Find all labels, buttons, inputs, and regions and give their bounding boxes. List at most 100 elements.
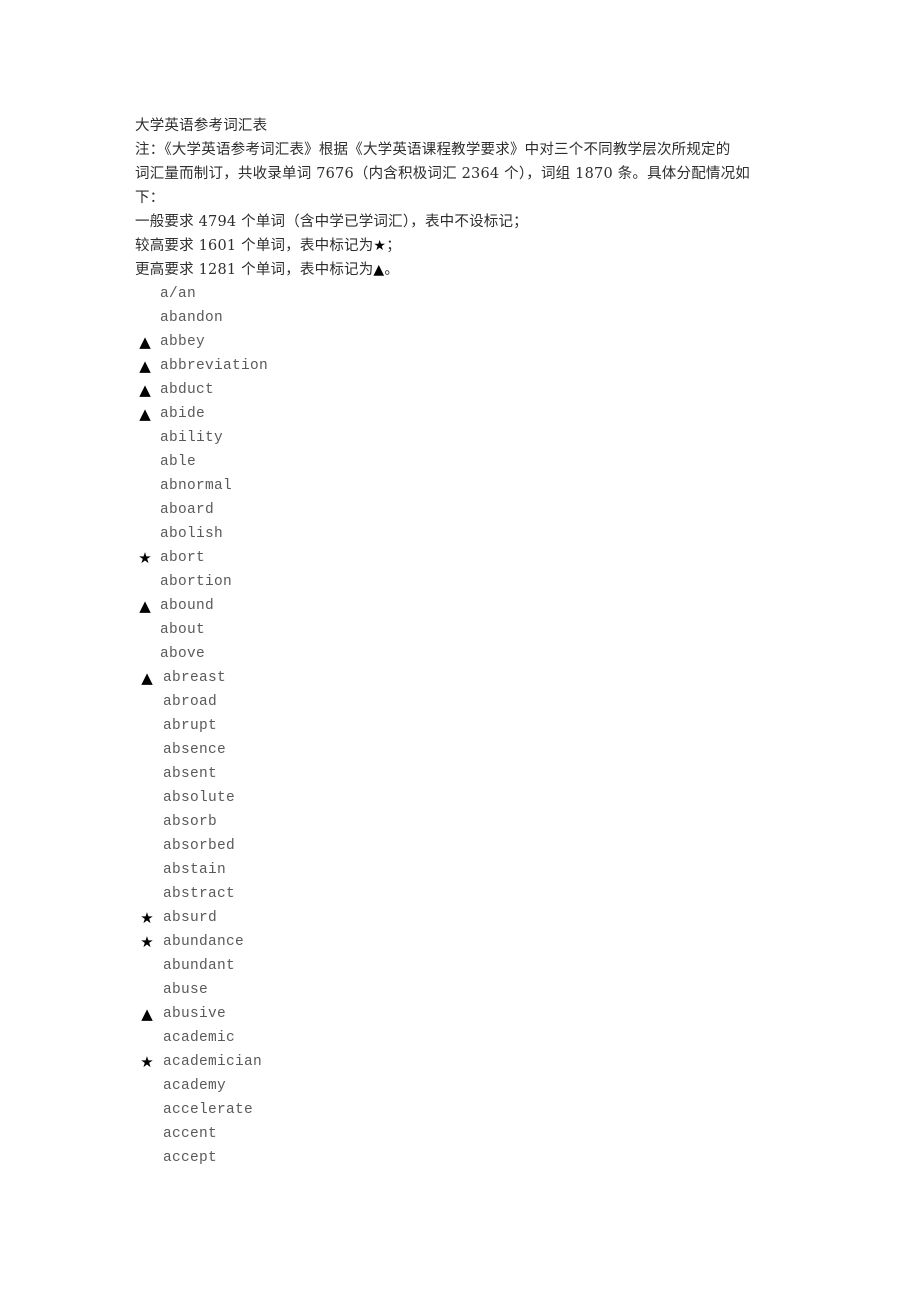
vocabulary-word: abbreviation bbox=[160, 358, 269, 374]
level-higher: 较高要求 1601 个单词，表中标记为★； bbox=[135, 234, 795, 258]
word-list-item: a/an bbox=[135, 282, 535, 306]
triangle-icon: ▲ bbox=[141, 1005, 153, 1023]
star-icon: ★ bbox=[140, 909, 154, 927]
word-list-item: accept bbox=[135, 1146, 535, 1170]
word-list-item: ▲ abusive bbox=[135, 1002, 535, 1026]
triangle-icon: ▲ bbox=[373, 262, 385, 278]
word-list-item: absorb bbox=[135, 810, 535, 834]
word-list-item: absence bbox=[135, 738, 535, 762]
vocabulary-word: abundant bbox=[163, 958, 236, 974]
vocabulary-word: abolish bbox=[160, 526, 224, 542]
vocabulary-word: academic bbox=[163, 1030, 236, 1046]
vocabulary-word: absorb bbox=[163, 814, 218, 830]
document-page: 大学英语参考词汇表 注：《大学英语参考词汇表》根据《大学英语课程教学要求》中对三… bbox=[0, 0, 920, 1298]
triangle-icon: ▲ bbox=[139, 333, 151, 351]
vocabulary-word: abroad bbox=[163, 694, 218, 710]
triangle-icon: ▲ bbox=[141, 669, 153, 687]
word-list-item: abundant bbox=[135, 954, 535, 978]
vocabulary-word: accelerate bbox=[163, 1102, 254, 1118]
word-list-item: accelerate bbox=[135, 1098, 535, 1122]
word-list-item: ★ abundance bbox=[135, 930, 535, 954]
vocabulary-word: accept bbox=[163, 1150, 218, 1166]
intro-section: 大学英语参考词汇表 注：《大学英语参考词汇表》根据《大学英语课程教学要求》中对三… bbox=[135, 114, 795, 282]
vocabulary-word: abduct bbox=[160, 382, 215, 398]
vocabulary-word: about bbox=[160, 622, 206, 638]
level-higher-text: 较高要求 1601 个单词，表中标记为 bbox=[135, 238, 374, 254]
level-general: 一般要求 4794 个单词（含中学已学词汇），表中不设标记； bbox=[135, 210, 795, 234]
word-list-item: above bbox=[135, 642, 535, 666]
level-advanced-suffix: 。 bbox=[384, 262, 400, 278]
word-list-item: abolish bbox=[135, 522, 535, 546]
intro-note-line-2: 词汇量而制订，共收录单词 7676（内含积极词汇 2364 个），词组 1870… bbox=[135, 166, 750, 182]
word-list-item: ▲ abound bbox=[135, 594, 535, 618]
word-list-item: academic bbox=[135, 1026, 535, 1050]
star-icon: ★ bbox=[138, 549, 152, 567]
word-list-item: absolute bbox=[135, 786, 535, 810]
document-title: 大学英语参考词汇表 bbox=[135, 118, 268, 134]
word-list-item: ★ absurd bbox=[135, 906, 535, 930]
word-list-item: abandon bbox=[135, 306, 535, 330]
word-list-item: ▲ abbreviation bbox=[135, 354, 535, 378]
word-list-item: academy bbox=[135, 1074, 535, 1098]
level-advanced-text: 更高要求 1281 个单词，表中标记为 bbox=[135, 262, 374, 278]
vocabulary-word: ability bbox=[160, 430, 224, 446]
vocabulary-word: abort bbox=[160, 550, 206, 566]
vocabulary-word: abuse bbox=[163, 982, 209, 998]
word-list-item: abnormal bbox=[135, 474, 535, 498]
intro-note-line-1: 注：《大学英语参考词汇表》根据《大学英语课程教学要求》中对三个不同教学层次所规定… bbox=[135, 142, 731, 158]
vocabulary-word: able bbox=[160, 454, 197, 470]
word-list-item: absent bbox=[135, 762, 535, 786]
word-list-item: abroad bbox=[135, 690, 535, 714]
word-list-item: abstract bbox=[135, 882, 535, 906]
star-icon: ★ bbox=[373, 238, 387, 254]
triangle-icon: ▲ bbox=[139, 405, 151, 423]
vocabulary-word: abortion bbox=[160, 574, 233, 590]
vocabulary-word: aboard bbox=[160, 502, 215, 518]
vocabulary-word: abnormal bbox=[160, 478, 233, 494]
vocabulary-word: abound bbox=[160, 598, 215, 614]
vocabulary-word: abrupt bbox=[163, 718, 218, 734]
vocabulary-word: absorbed bbox=[163, 838, 236, 854]
word-list-item: able bbox=[135, 450, 535, 474]
vocabulary-word: accent bbox=[163, 1126, 218, 1142]
vocabulary-word: abusive bbox=[163, 1006, 227, 1022]
vocabulary-list: a/an abandon ▲ abbey ▲ abbreviation ▲ abduct ▲ ab… bbox=[135, 282, 535, 1170]
level-general-text: 一般要求 4794 个单词（含中学已学词汇），表中不设标记； bbox=[135, 214, 528, 230]
vocabulary-word: abstain bbox=[163, 862, 227, 878]
vocabulary-word: academy bbox=[163, 1078, 227, 1094]
word-list-item: abortion bbox=[135, 570, 535, 594]
word-list-item: ▲ abreast bbox=[135, 666, 535, 690]
vocabulary-word: abandon bbox=[160, 310, 224, 326]
word-list-item: ★ abort bbox=[135, 546, 535, 570]
vocabulary-word: abreast bbox=[163, 670, 227, 686]
vocabulary-word: abundance bbox=[163, 934, 245, 950]
vocabulary-word: abbey bbox=[160, 334, 206, 350]
vocabulary-word: absent bbox=[163, 766, 218, 782]
triangle-icon: ▲ bbox=[139, 381, 151, 399]
word-list-item: abstain bbox=[135, 858, 535, 882]
vocabulary-word: absence bbox=[163, 742, 227, 758]
vocabulary-word: a/an bbox=[160, 286, 197, 302]
word-list-item: about bbox=[135, 618, 535, 642]
vocabulary-word: absolute bbox=[163, 790, 236, 806]
word-list-item: ▲ abide bbox=[135, 402, 535, 426]
level-higher-suffix: ； bbox=[386, 238, 401, 254]
word-list-item: ▲ abduct bbox=[135, 378, 535, 402]
vocabulary-word: abstract bbox=[163, 886, 236, 902]
word-list-item: ▲ abbey bbox=[135, 330, 535, 354]
triangle-icon: ▲ bbox=[139, 597, 151, 615]
star-icon: ★ bbox=[140, 933, 154, 951]
level-advanced: 更高要求 1281 个单词，表中标记为▲。 bbox=[135, 258, 795, 282]
word-list-item: abrupt bbox=[135, 714, 535, 738]
word-list-item: aboard bbox=[135, 498, 535, 522]
triangle-icon: ▲ bbox=[139, 357, 151, 375]
vocabulary-word: above bbox=[160, 646, 206, 662]
word-list-item: accent bbox=[135, 1122, 535, 1146]
star-icon: ★ bbox=[140, 1053, 154, 1071]
word-list-item: ability bbox=[135, 426, 535, 450]
vocabulary-word: academician bbox=[163, 1054, 263, 1070]
word-list-item: absorbed bbox=[135, 834, 535, 858]
vocabulary-word: abide bbox=[160, 406, 206, 422]
intro-note-line-3: 下： bbox=[135, 190, 165, 206]
word-list-item: ★ academician bbox=[135, 1050, 535, 1074]
